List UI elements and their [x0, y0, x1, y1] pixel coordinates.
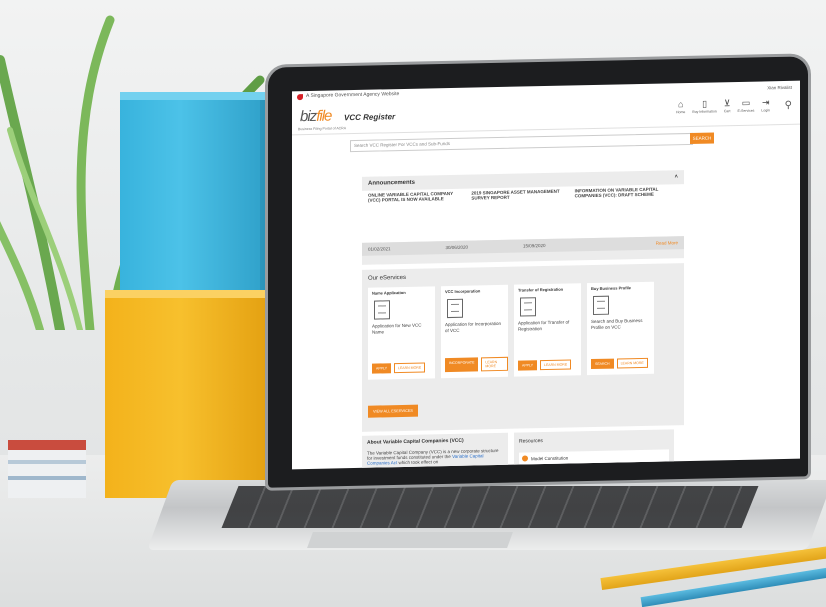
about-vcc-panel: About Variable Capital Companies (VCC) T…: [362, 432, 508, 470]
laptop-screen: A Singapore Government Agency Website bi…: [292, 80, 800, 470]
incorporate-button[interactable]: INCORPORATE: [445, 357, 479, 373]
document-icon: [374, 300, 390, 320]
card-description: Application for Transfer of Registration: [518, 319, 570, 332]
logo-main: biz: [300, 107, 317, 126]
read-more-link[interactable]: Read More: [601, 240, 678, 247]
nav-cart[interactable]: ⊻ Cart: [724, 97, 731, 113]
card-description: Search and Buy Business Profile on VCC: [591, 317, 643, 331]
nav-login-label: Login: [761, 108, 770, 113]
chevron-up-icon[interactable]: ˄: [674, 174, 678, 180]
eservice-card: Transfer of Registration Application for…: [514, 283, 581, 377]
learn-more-button[interactable]: LEARN MORE: [540, 359, 572, 371]
learn-more-button[interactable]: LEARN MORE: [394, 362, 426, 374]
nav-buy-label: Buy Information: [692, 109, 717, 114]
bizfile-logo[interactable]: bizfile: [300, 107, 331, 125]
notebook-stack: [8, 440, 86, 498]
announcements-list: ONLINE VARIABLE CAPITAL COMPANY (VCC) PO…: [362, 184, 684, 243]
yellow-block: [105, 298, 273, 498]
eservice-card: Buy Business Profile Search and Buy Busi…: [587, 281, 654, 376]
laptop-trackpad: [307, 532, 513, 548]
card-description: Application for New VCC Name: [372, 322, 422, 335]
announcement-item[interactable]: 2019 SINGAPORE ASSET MANAGEMENT SURVEY R…: [471, 186, 574, 240]
apply-button[interactable]: APPLY: [518, 360, 538, 371]
eservice-card: Name Application Application for New VCC…: [368, 286, 435, 380]
resource-icon: [522, 455, 528, 462]
search-button[interactable]: SEARCH: [591, 358, 614, 370]
document-icon: ▯: [702, 98, 708, 109]
announcements-panel: Announcements ˄ ONLINE VARIABLE CAPITAL …: [362, 170, 684, 265]
blue-block: [120, 100, 270, 305]
nav-home[interactable]: ⌂ Home: [676, 98, 685, 114]
nav-eservices[interactable]: ▭ E-Services: [738, 97, 755, 113]
login-icon: ⇥: [761, 97, 770, 108]
view-all-eservices-button[interactable]: VIEW ALL ESERVICES: [368, 404, 418, 418]
announcement-date: 15/09/2020: [523, 243, 546, 249]
eservice-card: VCC Incorporation Application for Incorp…: [441, 284, 508, 379]
apply-button[interactable]: APPLY: [372, 363, 392, 374]
eservices-icon: ▭: [741, 97, 751, 108]
document-icon: [447, 298, 463, 319]
announcement-date: 30/06/2020: [445, 244, 469, 251]
certificate-icon: [593, 295, 609, 316]
card-description: Application for Incorporation of VCC: [445, 320, 502, 334]
photo-scene: A Singapore Government Agency Website bi…: [0, 0, 826, 607]
logo-accent: file: [316, 107, 332, 125]
about-heading: About Variable Capital Companies (VCC): [367, 437, 464, 446]
resource-label: Model Constitution: [531, 455, 569, 461]
nav-login[interactable]: ⇥ Login: [761, 96, 770, 112]
eservice-cards: Name Application Application for New VCC…: [362, 281, 684, 380]
search-icon[interactable]: ⚲: [785, 100, 792, 111]
laptop-keyboard: [221, 486, 759, 528]
card-title: Transfer of Registration: [518, 286, 564, 293]
home-icon: ⌂: [677, 99, 684, 110]
resources-heading: Resources: [519, 438, 543, 445]
announcement-item[interactable]: INFORMATION ON VARIABLE CAPITAL COMPANIE…: [575, 184, 678, 238]
eservices-panel: Our eServices Name Application Applicati…: [362, 263, 684, 432]
card-title: VCC Incorporation: [445, 288, 481, 295]
page-title: VCC Register: [344, 112, 396, 123]
logo-subtitle: Business Filing Portal of ACRA: [298, 126, 347, 132]
cart-icon: ⊻: [723, 98, 731, 109]
announcement-date: 01/02/2021: [368, 246, 391, 252]
announcement-item[interactable]: ONLINE VARIABLE CAPITAL COMPANY (VCC) PO…: [368, 189, 471, 243]
search-button[interactable]: SEARCH: [690, 132, 714, 144]
search-input[interactable]: Search VCC Register For VCCs and Sub-Fun…: [350, 132, 693, 153]
nav-eservices-label: E-Services: [737, 108, 755, 113]
learn-more-button[interactable]: LEARN MORE: [616, 357, 648, 369]
about-text-end: which took effect on: [398, 459, 439, 466]
learn-more-button[interactable]: LEARN MORE: [481, 356, 508, 372]
nav-buy-information[interactable]: ▯ Buy Information: [692, 97, 717, 114]
nav-home-label: Home: [676, 110, 686, 115]
nav-icons: ⌂ Home ▯ Buy Information ⊻ Cart ▭ E-Services…: [676, 96, 770, 114]
nav-cart-label: Cart: [723, 109, 731, 114]
card-title: Buy Business Profile: [591, 285, 632, 292]
card-title: Name Application: [372, 289, 406, 296]
user-greeting[interactable]: Xian Rivalist: [767, 85, 792, 91]
document-icon: [520, 297, 536, 317]
